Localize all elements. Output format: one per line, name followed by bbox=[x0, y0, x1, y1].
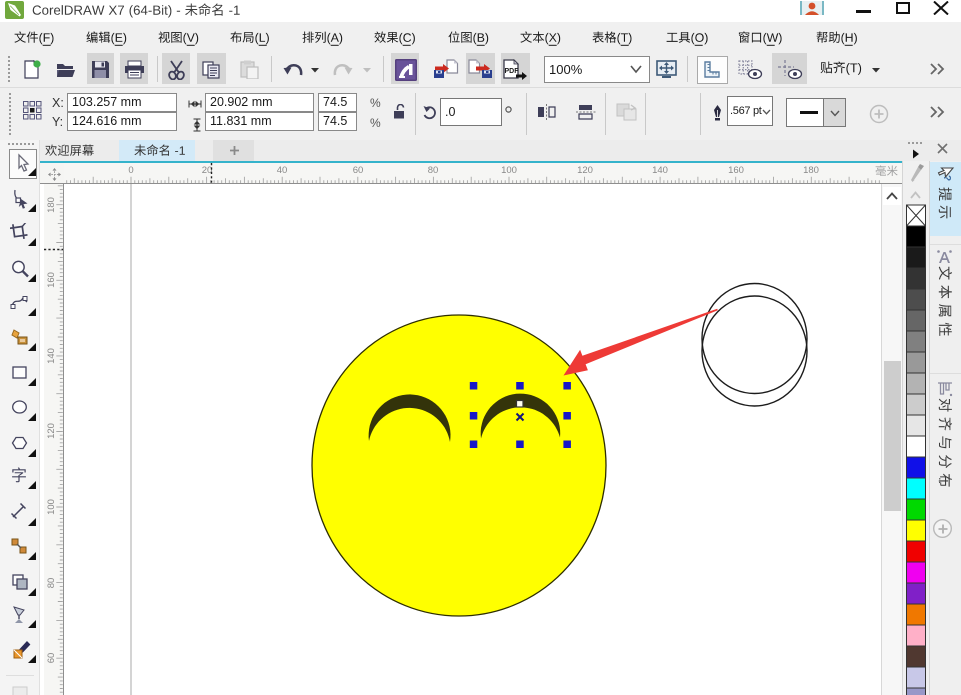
svg-text:?: ? bbox=[941, 175, 952, 181]
